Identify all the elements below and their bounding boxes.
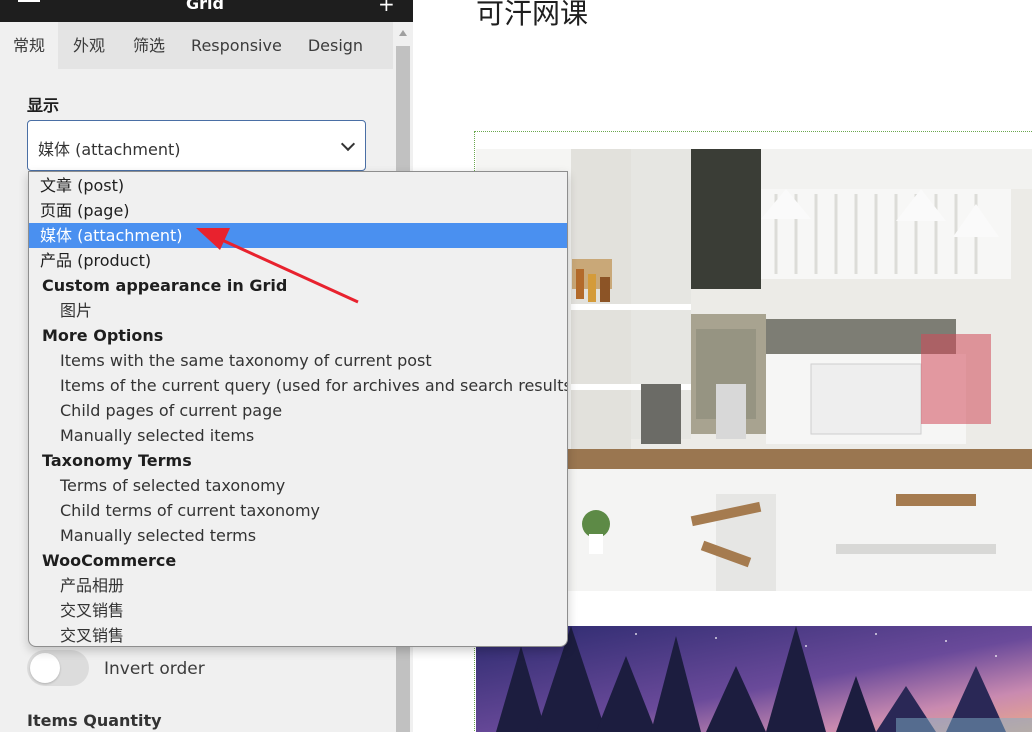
display-label: 显示 [27, 96, 60, 115]
option-image[interactable]: 图片 [29, 298, 567, 323]
option-attachment[interactable]: 媒体 (attachment) [29, 223, 567, 248]
panel-title: Grid [186, 0, 224, 13]
invert-order-toggle[interactable] [27, 650, 89, 686]
scroll-up-icon[interactable] [399, 30, 407, 36]
option-post[interactable]: 文章 (post) [29, 173, 567, 198]
hamburger-icon[interactable] [18, 0, 40, 2]
option-manual-items[interactable]: Manually selected items [29, 423, 567, 448]
option-child-pages[interactable]: Child pages of current page [29, 398, 567, 423]
invert-order-label: Invert order [104, 659, 205, 679]
tab-responsive[interactable]: Responsive [178, 22, 295, 69]
option-product[interactable]: 产品 (product) [29, 248, 567, 273]
option-same-taxonomy[interactable]: Items with the same taxonomy of current … [29, 348, 567, 373]
tab-design[interactable]: Design [295, 22, 376, 69]
display-select[interactable]: 媒体 (attachment) [27, 120, 366, 171]
plus-icon[interactable]: + [378, 0, 395, 16]
option-terms-selected-taxonomy[interactable]: Terms of selected taxonomy [29, 473, 567, 498]
items-quantity-label: Items Quantity [27, 711, 162, 730]
optgroup-taxonomy-terms: Taxonomy Terms [42, 451, 192, 470]
settings-tabs: 常规 外观 筛选 Responsive Design [0, 22, 393, 69]
tab-appearance[interactable]: 外观 [58, 22, 120, 69]
display-select-value: 媒体 (attachment) [38, 140, 181, 159]
option-cross-sells[interactable]: 交叉销售 [29, 598, 567, 623]
display-dropdown-list[interactable]: 文章 (post) 页面 (page) 媒体 (attachment) 产品 (… [28, 171, 568, 647]
panel-header: Grid + [0, 0, 413, 22]
optgroup-woocommerce: WooCommerce [42, 551, 177, 570]
option-child-terms[interactable]: Child terms of current taxonomy [29, 498, 567, 523]
option-cross-sells-2[interactable]: 交叉销售 [29, 623, 567, 646]
option-current-query[interactable]: Items of the current query (used for arc… [29, 373, 567, 398]
option-product-gallery[interactable]: 产品相册 [29, 573, 567, 598]
toggle-knob [30, 653, 60, 683]
optgroup-custom-appearance: Custom appearance in Grid [42, 276, 288, 295]
optgroup-more-options: More Options [42, 326, 164, 345]
option-page[interactable]: 页面 (page) [29, 198, 567, 223]
tab-filter[interactable]: 筛选 [120, 22, 178, 69]
tab-general[interactable]: 常规 [0, 22, 59, 69]
chevron-down-icon [340, 136, 356, 152]
preview-title: 可汗网课 [476, 0, 589, 30]
option-manual-terms[interactable]: Manually selected terms [29, 523, 567, 548]
